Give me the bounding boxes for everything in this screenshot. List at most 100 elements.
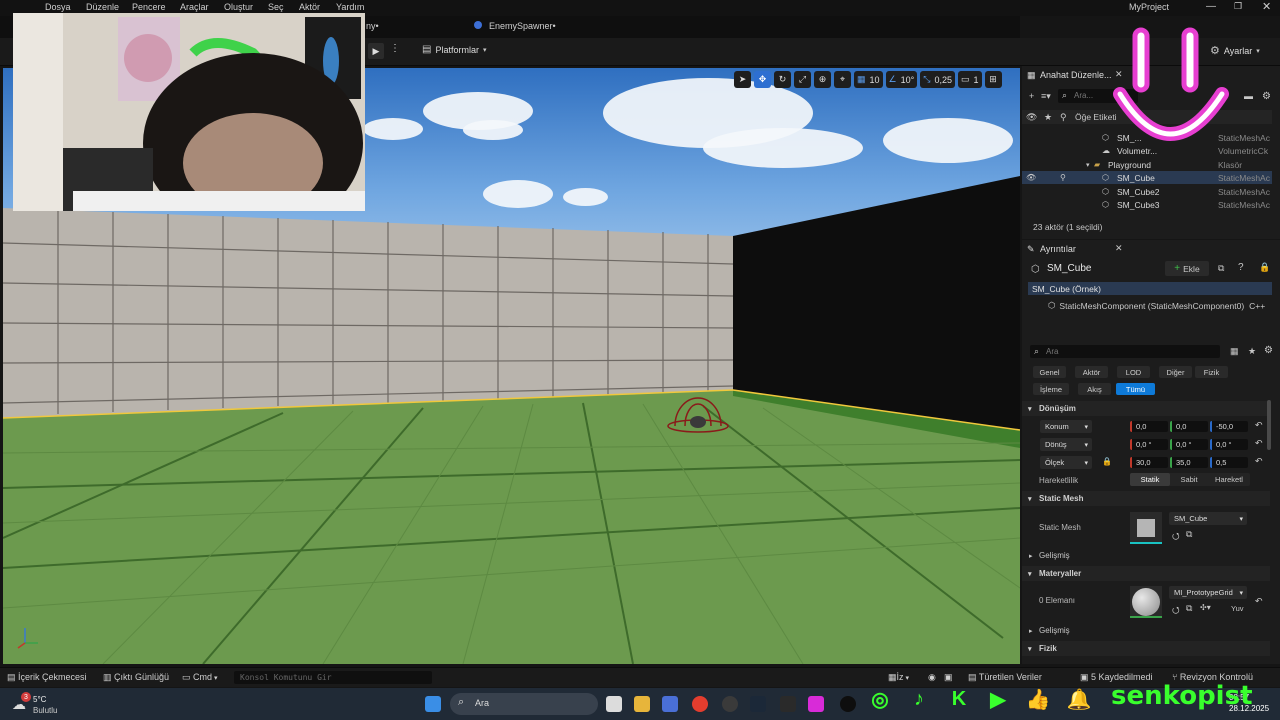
minimize-icon[interactable]: —: [1206, 1, 1216, 12]
menu-help[interactable]: Yardım: [336, 2, 364, 12]
screenshot-icon[interactable]: ▣: [944, 672, 953, 683]
blueprint-icon[interactable]: ⧉: [1218, 263, 1224, 274]
cmd-dropdown[interactable]: ▭ Cmd ▾: [182, 672, 218, 683]
play-icon[interactable]: ▶: [368, 43, 384, 59]
section-static-mesh[interactable]: ▾ Static Mesh: [1022, 491, 1270, 506]
category-lod[interactable]: LOD: [1117, 366, 1150, 378]
material-options-icon[interactable]: ✣▾: [1200, 603, 1211, 612]
details-search-input[interactable]: ⌕ Ara: [1030, 345, 1220, 358]
taskbar-search[interactable]: ⌕ Ara: [450, 693, 598, 715]
output-log-button[interactable]: ▥ Çıktı Günlüğü: [103, 672, 169, 683]
pin-icon[interactable]: ⚲: [1060, 173, 1066, 182]
chrome-icon[interactable]: [692, 696, 708, 712]
category-streaming[interactable]: Akış: [1078, 383, 1111, 395]
platforms-button[interactable]: ▤ Platformlar ▾: [422, 44, 486, 55]
static-mesh-advanced[interactable]: ▸ Gelişmiş: [1022, 549, 1270, 562]
static-mesh-dropdown[interactable]: SM_Cube ▾: [1169, 512, 1247, 525]
visibility-icon[interactable]: 👁: [1026, 173, 1036, 182]
details-scrollbar[interactable]: [1267, 400, 1271, 450]
weather-widget[interactable]: ☁ 3 5°C Bulutlu: [12, 692, 72, 718]
mobility-movable[interactable]: Hareketl: [1208, 473, 1250, 486]
close-tab-icon[interactable]: ✕: [1115, 243, 1123, 254]
reset-icon[interactable]: ↶: [1255, 420, 1263, 431]
category-all[interactable]: Tümü: [1116, 383, 1155, 395]
star-icon[interactable]: ★: [1248, 346, 1256, 357]
add-icon[interactable]: +: [1029, 91, 1034, 101]
outliner-row[interactable]: ⬡ SM_Cube2 StaticMeshAc: [1022, 185, 1272, 198]
content-drawer-button[interactable]: ▤ İçerik Çekmecesi: [7, 672, 87, 683]
rotation-snap-button[interactable]: ∠ 10°: [885, 71, 918, 88]
scale-z-field[interactable]: 0,5: [1210, 457, 1248, 468]
rotation-x-field[interactable]: 0,0 °: [1130, 439, 1168, 450]
menu-tools[interactable]: Araçlar: [180, 2, 209, 12]
menu-actor[interactable]: Aktör: [299, 2, 320, 12]
browse-icon[interactable]: ⭯: [1172, 603, 1180, 619]
scale-icon[interactable]: ⤢: [794, 71, 811, 88]
rotation-y-field[interactable]: 0,0 °: [1170, 439, 1208, 450]
windows-start-icon[interactable]: [425, 696, 441, 712]
reset-icon[interactable]: ↶: [1255, 438, 1263, 449]
settings-icon[interactable]: ⚙: [1264, 345, 1273, 356]
trace-button[interactable]: ▦İz ▾: [888, 672, 909, 683]
file-explorer-icon[interactable]: [634, 696, 650, 712]
unreal-engine-icon[interactable]: [840, 696, 856, 712]
obs-icon[interactable]: [722, 696, 738, 712]
help-icon[interactable]: ?: [1238, 262, 1244, 273]
menu-file[interactable]: Dosya: [45, 2, 71, 12]
category-rendering[interactable]: İşleme: [1033, 383, 1069, 395]
category-physics[interactable]: Fizik: [1195, 366, 1228, 378]
table-view-icon[interactable]: ▦: [1230, 346, 1239, 357]
component-row[interactable]: ⬡ StaticMeshComponent (StaticMeshCompone…: [1048, 299, 1273, 312]
mobility-static[interactable]: Statik: [1130, 473, 1170, 486]
scale-y-field[interactable]: 35,0: [1170, 457, 1208, 468]
scale-dropdown[interactable]: Ölçek ▾: [1040, 456, 1092, 469]
rotation-z-field[interactable]: 0,0 °: [1210, 439, 1248, 450]
record-icon[interactable]: ◉: [928, 672, 936, 683]
app-icon[interactable]: [808, 696, 824, 712]
viewport-layout-icon[interactable]: ⊞: [984, 71, 1002, 88]
folder-icon[interactable]: ▬: [1244, 91, 1253, 101]
menu-create[interactable]: Oluştur: [224, 2, 253, 12]
category-general[interactable]: Genel: [1033, 366, 1066, 378]
translate-icon[interactable]: ✥: [754, 71, 771, 88]
tab-level[interactable]: ny•: [366, 21, 379, 31]
category-actor[interactable]: Aktör: [1075, 366, 1108, 378]
console-input[interactable]: Konsol Komutunu Gir: [234, 671, 432, 684]
add-component-button[interactable]: + Ekle: [1165, 261, 1209, 276]
actor-name[interactable]: SM_Cube: [1047, 263, 1091, 274]
location-z-field[interactable]: -50,0: [1210, 421, 1248, 432]
filter-icon[interactable]: ≡▾: [1041, 91, 1051, 102]
more-options-icon[interactable]: ⋮: [390, 43, 400, 54]
epic-games-icon[interactable]: [780, 696, 796, 712]
steam-icon[interactable]: [750, 696, 766, 712]
materials-advanced[interactable]: ▸ Gelişmiş: [1022, 624, 1270, 637]
maximize-icon[interactable]: ❐: [1234, 1, 1242, 12]
rotate-icon[interactable]: ↻: [774, 71, 791, 88]
camera-speed-button[interactable]: ▭ 1: [957, 71, 982, 88]
world-space-icon[interactable]: ⊕: [814, 71, 831, 88]
menu-window[interactable]: Pencere: [132, 2, 166, 12]
outliner-row[interactable]: ⬡ SM_Cube3 StaticMeshAc: [1022, 198, 1272, 211]
scale-snap-button[interactable]: ⤡ 0,25: [920, 71, 955, 88]
category-other[interactable]: Diğer: [1159, 366, 1192, 378]
store-icon[interactable]: [662, 696, 678, 712]
section-transform[interactable]: ▾ Dönüşüm: [1022, 401, 1270, 416]
menu-select[interactable]: Seç: [268, 2, 284, 12]
use-selected-icon[interactable]: ⧉: [1186, 529, 1192, 540]
component-instance-row[interactable]: SM_Cube (Örnek): [1028, 282, 1272, 295]
close-icon[interactable]: ✕: [1262, 0, 1271, 13]
use-selected-icon[interactable]: ⧉: [1186, 603, 1192, 614]
material-dropdown[interactable]: MI_PrototypeGrid ▾: [1169, 586, 1247, 599]
static-mesh-thumbnail[interactable]: [1130, 512, 1162, 544]
location-dropdown[interactable]: Konum ▾: [1040, 420, 1092, 433]
reset-icon[interactable]: ↶: [1255, 596, 1263, 607]
grid-snap-button[interactable]: ▦ 10: [854, 71, 883, 88]
browse-icon[interactable]: ⭯: [1172, 529, 1180, 545]
derived-data-button[interactable]: ▤ Türetilen Veriler: [968, 672, 1042, 683]
surface-snap-icon[interactable]: ⌖: [834, 71, 851, 88]
section-materials[interactable]: ▾ Materyaller: [1022, 566, 1270, 581]
lock-icon[interactable]: 🔒: [1259, 262, 1270, 273]
mobility-stationary[interactable]: Sabit: [1170, 473, 1208, 486]
select-mode-icon[interactable]: ➤: [734, 71, 751, 88]
section-physics[interactable]: ▾ Fizik: [1022, 641, 1270, 656]
